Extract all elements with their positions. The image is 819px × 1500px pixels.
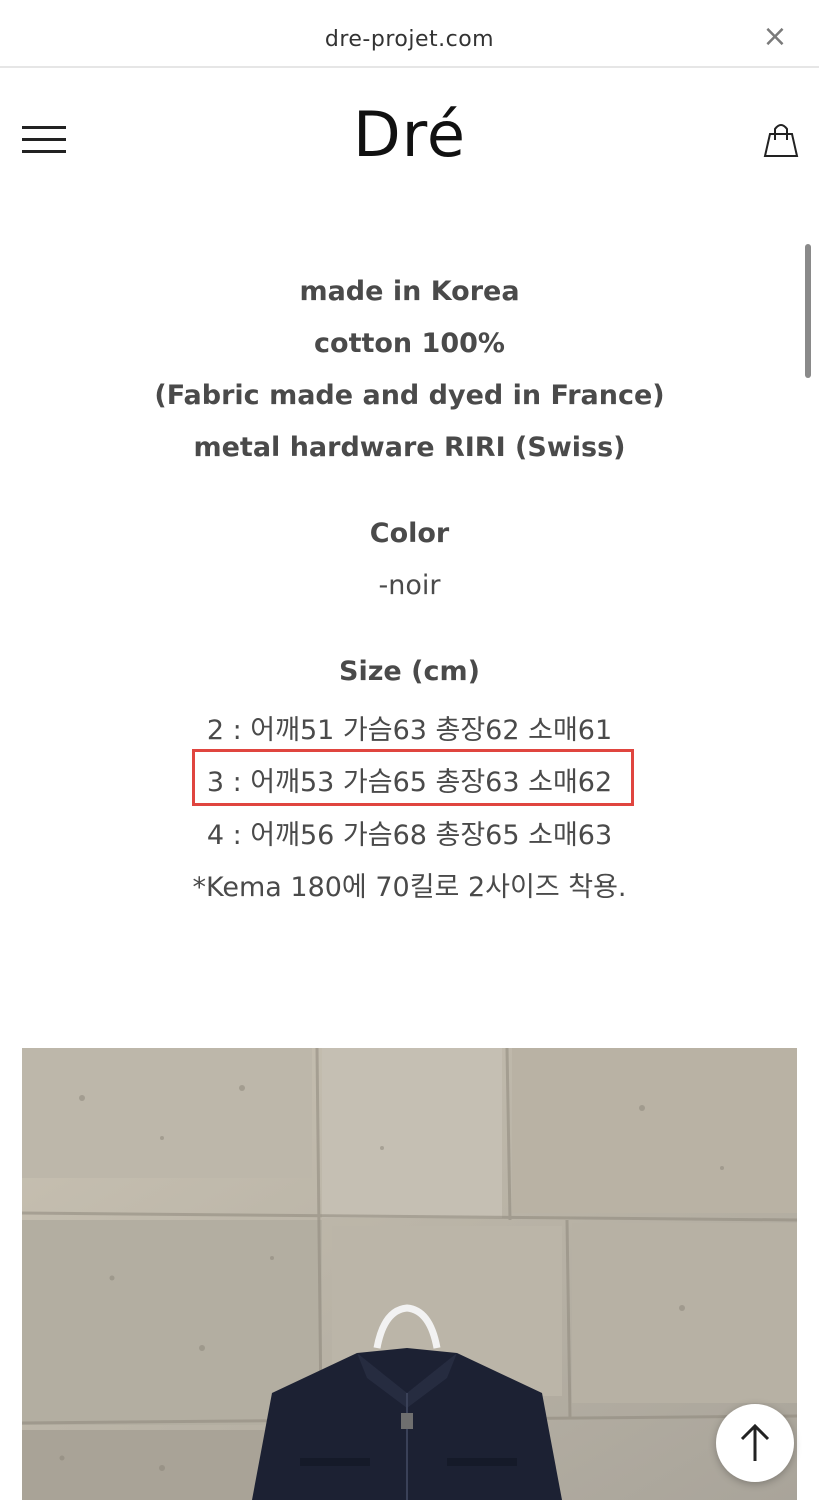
product-photo <box>22 1048 797 1500</box>
arrow-up-icon <box>740 1423 770 1461</box>
jacket-photo-image <box>22 1048 797 1500</box>
color-value: -noir <box>378 570 441 601</box>
color-heading: Color <box>369 518 450 549</box>
size-row: 4 : 어깨56 가슴68 총장65 소매63 <box>206 820 613 851</box>
site-logo[interactable]: Dré <box>0 98 819 171</box>
browser-url-bar[interactable]: dre-projet.com × <box>0 0 819 68</box>
shopping-bag-icon[interactable] <box>761 120 801 158</box>
size-row: 2 : 어깨51 가슴63 총장62 소매61 <box>206 715 613 746</box>
origin-line: made in Korea <box>299 276 520 307</box>
fit-note: *Kema 180에 70킬로 2사이즈 착용. <box>192 872 627 903</box>
hardware-line: metal hardware RIRI (Swiss) <box>193 432 626 463</box>
material-line: cotton 100% <box>314 328 505 359</box>
fabric-line: (Fabric made and dyed in France) <box>154 380 665 411</box>
url-text[interactable]: dre-projet.com <box>0 27 819 52</box>
close-icon[interactable]: × <box>761 22 789 52</box>
scroll-to-top-button[interactable] <box>716 1404 794 1482</box>
highlight-box <box>192 749 634 806</box>
size-heading: Size (cm) <box>339 656 480 687</box>
